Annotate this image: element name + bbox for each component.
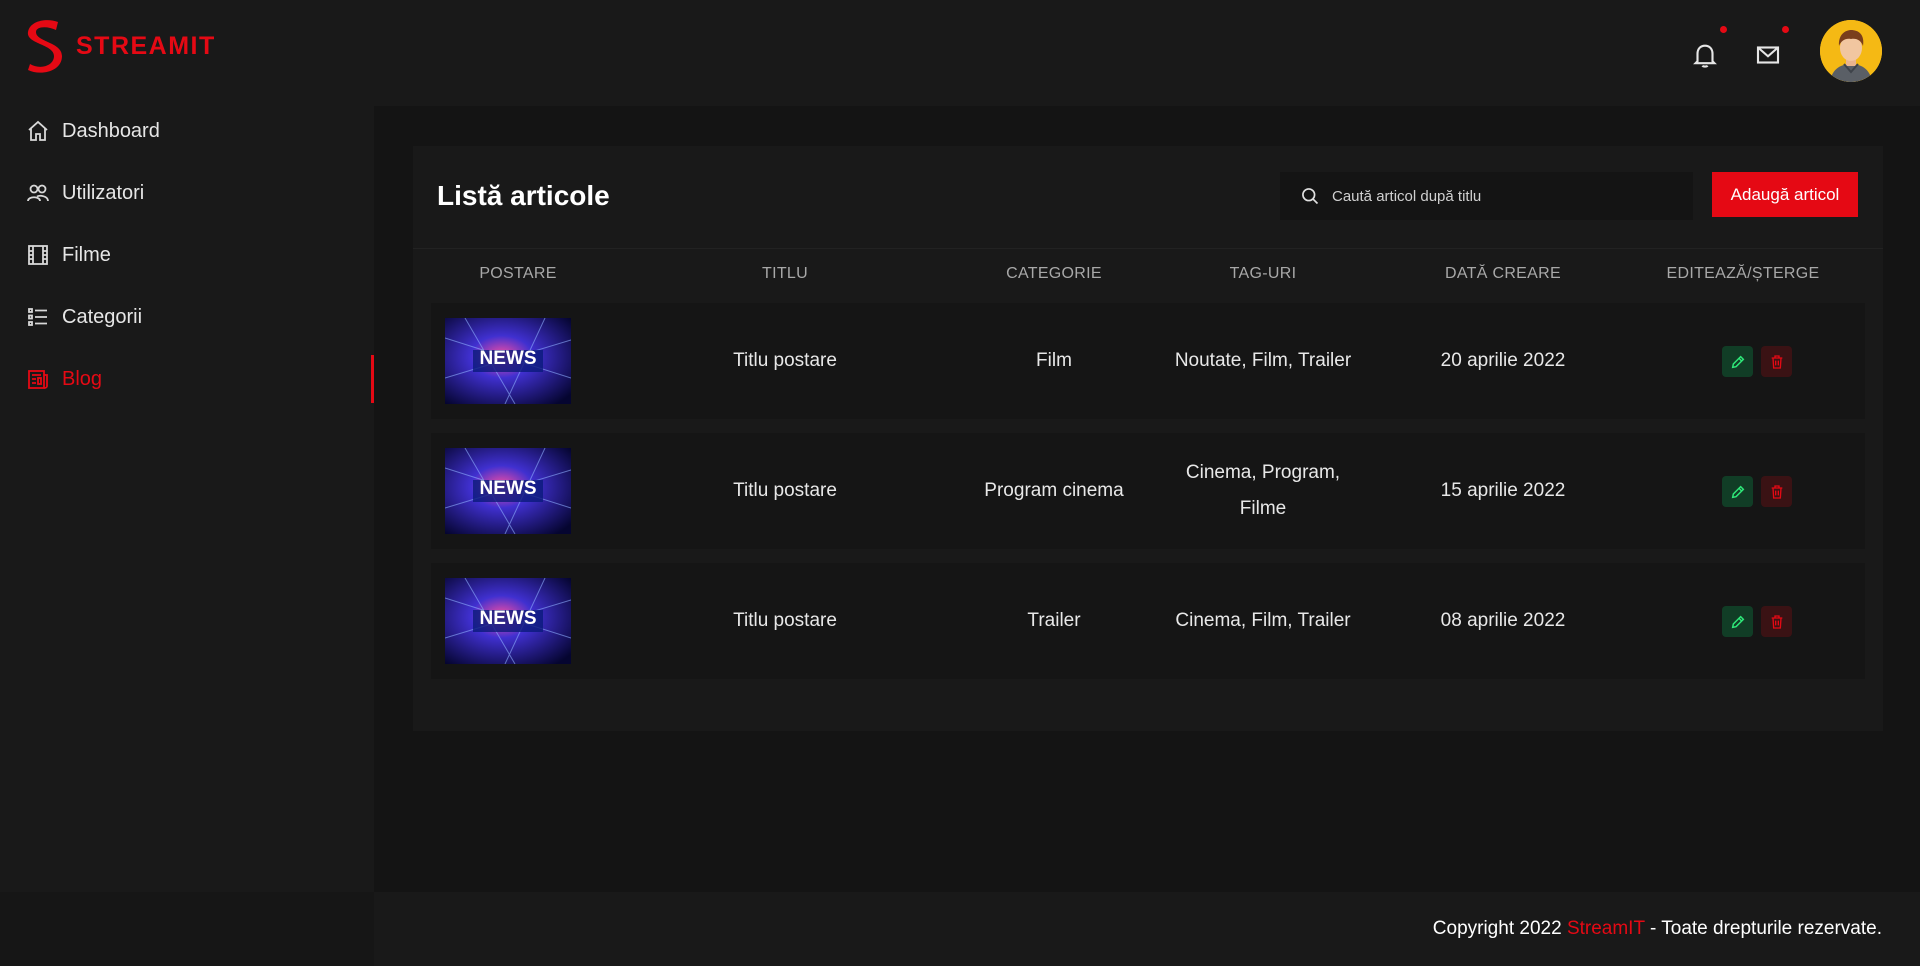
post-tags: Cinema, Film, Trailer [1175,610,1351,631]
brand-name: STREAMIT [76,31,216,60]
post-category: Trailer [1027,610,1081,631]
film-icon [26,243,50,267]
edit-button[interactable] [1722,476,1753,507]
search-box[interactable] [1280,172,1693,220]
page-title: Listă articole [437,180,610,211]
sidebar: STREAMIT Dashboard Utilizatori Filme Cat… [0,0,374,966]
copyright-brand-link[interactable]: StreamIT [1567,918,1645,939]
delete-button[interactable] [1761,346,1792,377]
articles-card: Listă articole Adaugă articol POSTARE TI… [413,146,1883,731]
copyright-suffix: - Toate drepturile rezervate. [1644,918,1882,939]
post-tags: Cinema, Program, Filme [1185,462,1341,519]
user-avatar-icon[interactable] [1820,20,1882,82]
add-article-button[interactable]: Adaugă articol [1712,172,1858,217]
sidebar-item-label: Filme [62,243,111,266]
column-header-categorie[interactable]: CATEGORIE [1006,265,1102,283]
post-date: 15 aprilie 2022 [1440,480,1566,501]
table-row: NEWS Titlu postare Program cinema Cinema… [431,433,1865,549]
sidebar-footer [0,892,374,966]
post-thumbnail[interactable]: NEWS [445,578,571,664]
table-row: NEWS Titlu postare Trailer Cinema, Film,… [431,563,1865,679]
search-icon [1300,186,1320,206]
list-icon [26,305,50,329]
edit-button[interactable] [1722,346,1753,377]
table-row: NEWS Titlu postare Film Noutate, Film, T… [431,303,1865,419]
mail-icon[interactable] [1753,40,1783,70]
post-date: 08 aprilie 2022 [1440,610,1566,631]
column-header-data-creare[interactable]: DATĂ CREARE [1445,265,1561,283]
trash-icon [1771,484,1782,499]
home-icon [26,119,50,143]
sidebar-item-label: Dashboard [62,119,160,142]
post-thumbnail[interactable]: NEWS [445,318,571,404]
column-header-postare[interactable]: POSTARE [479,265,556,283]
post-title[interactable]: Titlu postare [733,343,837,379]
sidebar-item-blog[interactable]: Blog [0,348,374,410]
copyright-text: Copyright 2022 StreamIT - Toate drepturi… [1433,918,1882,940]
column-header-titlu[interactable]: TITLU [762,265,808,283]
copyright-prefix: Copyright 2022 [1432,918,1567,939]
delete-button[interactable] [1761,476,1792,507]
message-dot [1782,26,1789,33]
trash-icon [1771,354,1782,369]
bell-icon[interactable] [1690,40,1720,70]
delete-button[interactable] [1761,606,1792,637]
users-icon [26,181,50,205]
blog-icon [26,367,50,391]
trash-icon [1771,614,1782,629]
thumbnail-caption: NEWS [479,348,537,369]
sidebar-item-label: Utilizatori [62,181,145,204]
post-date: 20 aprilie 2022 [1440,350,1566,371]
pencil-icon [1731,355,1744,368]
sidebar-item-label: Blog [62,367,103,390]
logo[interactable]: STREAMIT [22,18,216,74]
post-thumbnail[interactable]: NEWS [445,448,571,534]
sidebar-item-utilizatori[interactable]: Utilizatori [0,162,374,224]
pencil-icon [1731,485,1744,498]
post-tags: Noutate, Film, Trailer [1174,350,1352,371]
page-footer: Copyright 2022 StreamIT - Toate drepturi… [374,892,1920,966]
post-title[interactable]: Titlu postare [733,603,837,639]
sidebar-item-label: Categorii [62,305,143,328]
sidebar-nav: Dashboard Utilizatori Filme Categorii Bl… [0,100,374,410]
sidebar-item-filme[interactable]: Filme [0,224,374,286]
edit-button[interactable] [1722,606,1753,637]
search-input[interactable] [1332,187,1672,205]
pencil-icon [1731,615,1744,628]
thumbnail-caption: NEWS [479,478,537,499]
notification-dot [1720,26,1727,33]
table-header: POSTARE TITLU CATEGORIE TAG-URI DATĂ CRE… [413,248,1883,300]
streamit-logo-icon [27,20,62,73]
column-header-taguri[interactable]: TAG-URI [1230,265,1297,283]
post-category: Film [1036,350,1072,371]
post-title[interactable]: Titlu postare [733,473,837,509]
sidebar-item-dashboard[interactable]: Dashboard [0,100,374,162]
sidebar-item-categorii[interactable]: Categorii [0,286,374,348]
post-category: Program cinema [984,480,1124,501]
thumbnail-caption: NEWS [479,608,537,629]
column-header-editeaza-sterge: EDITEAZĂ/ȘTERGE [1666,265,1820,282]
top-header [374,0,1920,106]
